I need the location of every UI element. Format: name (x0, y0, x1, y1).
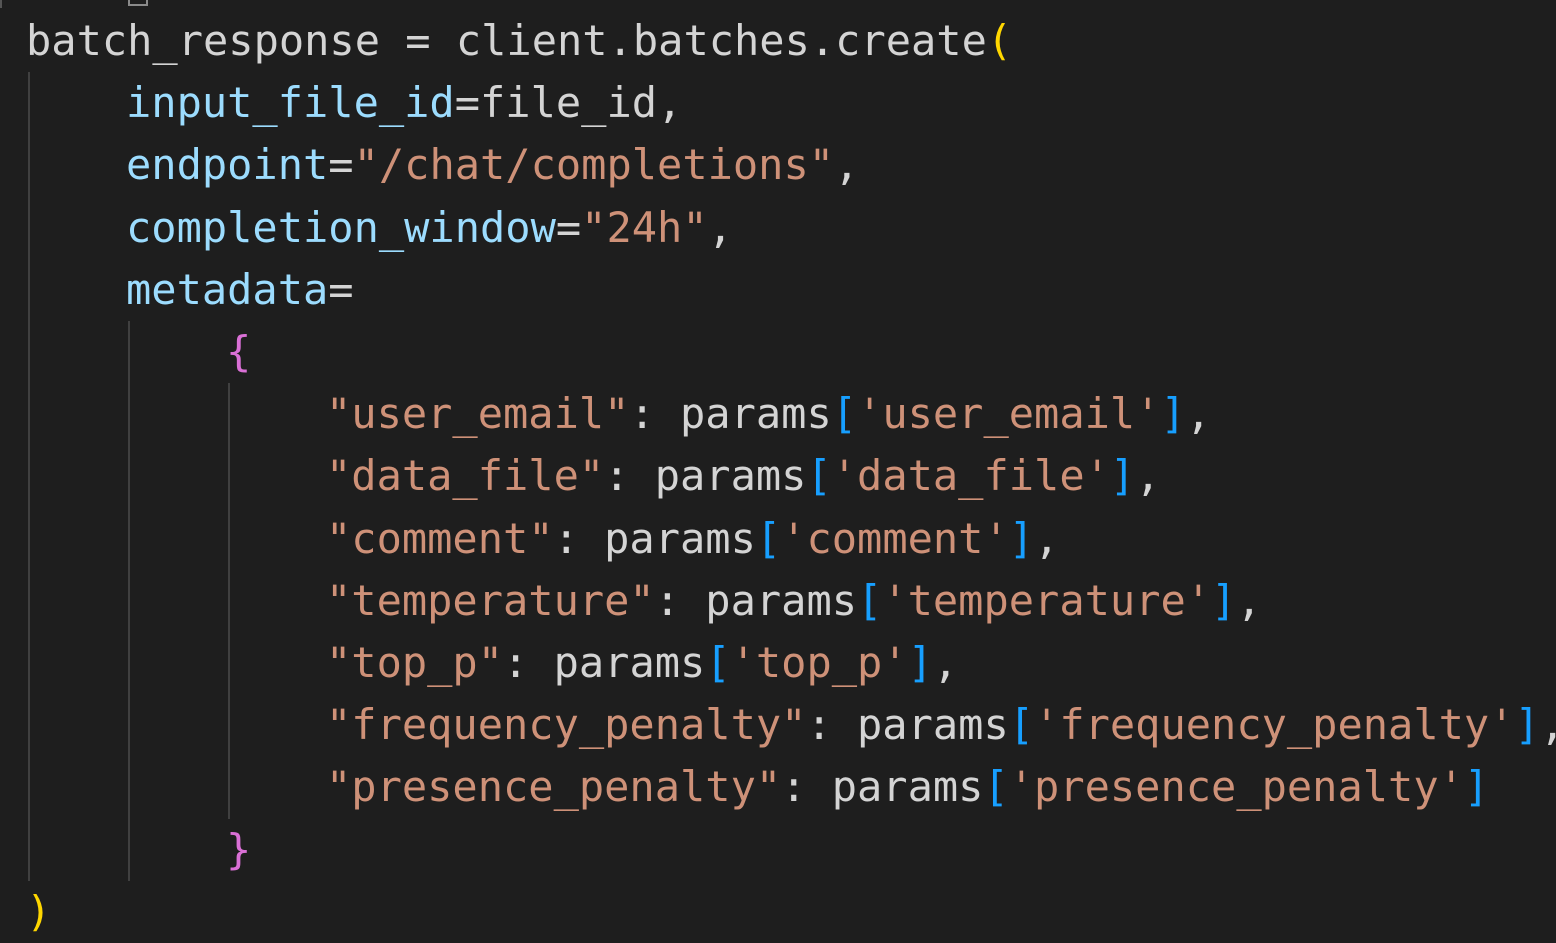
code-line[interactable]: "comment": params['comment'], (326, 508, 1059, 570)
code-token-default-text: : params (553, 513, 756, 563)
code-line[interactable]: } (226, 819, 251, 881)
code-token-bracket-blue: ] (1160, 389, 1186, 439)
code-token-default-text: , (1540, 700, 1556, 749)
code-token-string: 'comment' (781, 513, 1009, 563)
code-token-parameter: completion_window (126, 202, 556, 252)
code-token-default-text: batch_response = client.batches.create (26, 16, 987, 65)
code-line[interactable]: batch_response = client.batches.create( (26, 10, 1012, 72)
code-line[interactable]: "data_file": params['data_file'], (326, 445, 1161, 507)
code-token-string: 'data_file' (831, 451, 1110, 501)
code-token-bracket-blue: [ (983, 762, 1009, 812)
code-token-default-text: , (932, 638, 959, 687)
code-token-string: "temperature" (326, 575, 655, 625)
code-line[interactable]: metadata= (126, 259, 354, 321)
code-token-bracket-blue: ] (1211, 575, 1237, 625)
code-token-default-text: : params (604, 451, 807, 501)
code-token-paren-gold: ) (26, 886, 52, 936)
code-token-bracket-blue: ] (1008, 513, 1035, 563)
code-token-string: "frequency_penalty" (326, 700, 807, 750)
code-token-default-text: = (328, 264, 354, 314)
code-token-default-text: , (1135, 451, 1161, 501)
code-token-parameter: input_file_id (126, 78, 455, 128)
code-token-bracket-blue: [ (705, 638, 731, 687)
code-token-string: "comment" (326, 513, 554, 563)
code-token-bracket-blue: ] (1109, 451, 1136, 501)
code-line[interactable]: { (226, 321, 251, 383)
code-token-string: "24h" (581, 202, 708, 252)
code-token-default-text: =file_id, (454, 78, 683, 128)
code-line[interactable]: "user_email": params['user_email'], (326, 383, 1211, 445)
code-token-bracket-blue: ] (1514, 700, 1540, 750)
code-token-default-text: : params (503, 638, 706, 687)
code-token-string: 'top_p' (730, 638, 908, 687)
fold-indicator-icon[interactable] (128, 0, 148, 6)
code-line[interactable]: endpoint="/chat/completions", (126, 134, 859, 196)
code-token-default-text: = (328, 140, 354, 190)
code-token-string: 'user_email' (857, 389, 1161, 439)
code-line[interactable]: "top_p": params['top_p'], (326, 632, 958, 694)
code-token-bracket-blue: [ (857, 575, 883, 625)
code-token-default-text: : params (806, 700, 1009, 750)
code-editor[interactable]: batch_response = client.batches.create(i… (0, 0, 1556, 936)
code-token-brace-magenta: } (226, 824, 252, 874)
code-token-default-text: : params (781, 762, 984, 812)
indent-guide (228, 383, 230, 819)
code-token-default-text: : params (654, 575, 858, 625)
scroll-edge-marker (0, 0, 2, 8)
code-token-default-text: , (1236, 575, 1262, 625)
code-token-default-text: , (834, 140, 860, 190)
code-token-string: 'frequency_penalty' (1034, 700, 1515, 750)
code-token-string: 'presence_penalty' (1008, 762, 1464, 812)
code-token-string: "data_file" (326, 451, 605, 501)
code-token-bracket-blue: ] (907, 638, 933, 687)
code-token-paren-gold: ( (986, 16, 1013, 65)
code-token-default-text: = (555, 202, 582, 252)
code-line[interactable]: ) (26, 881, 51, 943)
code-token-bracket-blue: [ (755, 513, 782, 563)
code-line[interactable]: input_file_id=file_id, (126, 72, 682, 134)
code-token-bracket-blue: ] (1463, 762, 1490, 812)
code-token-parameter: endpoint (126, 140, 329, 190)
code-token-default-text: , (1034, 513, 1060, 563)
code-token-bracket-blue: [ (831, 389, 858, 439)
code-token-default-text: , (1185, 389, 1212, 439)
code-token-parameter: metadata (126, 264, 329, 314)
code-token-bracket-blue: [ (806, 451, 832, 501)
code-token-string: "top_p" (326, 638, 504, 687)
code-token-brace-magenta: { (226, 327, 252, 376)
code-token-string: "/chat/completions" (353, 140, 835, 190)
code-token-string: 'temperature' (882, 575, 1212, 625)
code-line[interactable]: "temperature": params['temperature'], (326, 570, 1262, 632)
code-token-bracket-blue: [ (1008, 700, 1035, 750)
code-line[interactable]: completion_window="24h", (126, 197, 733, 259)
code-token-string: "presence_penalty" (326, 762, 782, 812)
code-token-default-text: , (707, 202, 733, 252)
indent-guide (128, 321, 130, 881)
code-token-string: "user_email" (326, 389, 630, 439)
code-line[interactable]: "frequency_penalty": params['frequency_p… (326, 694, 1556, 756)
indent-guide (28, 72, 30, 881)
code-token-default-text: : params (629, 389, 832, 439)
code-line[interactable]: "presence_penalty": params['presence_pen… (326, 756, 1489, 818)
